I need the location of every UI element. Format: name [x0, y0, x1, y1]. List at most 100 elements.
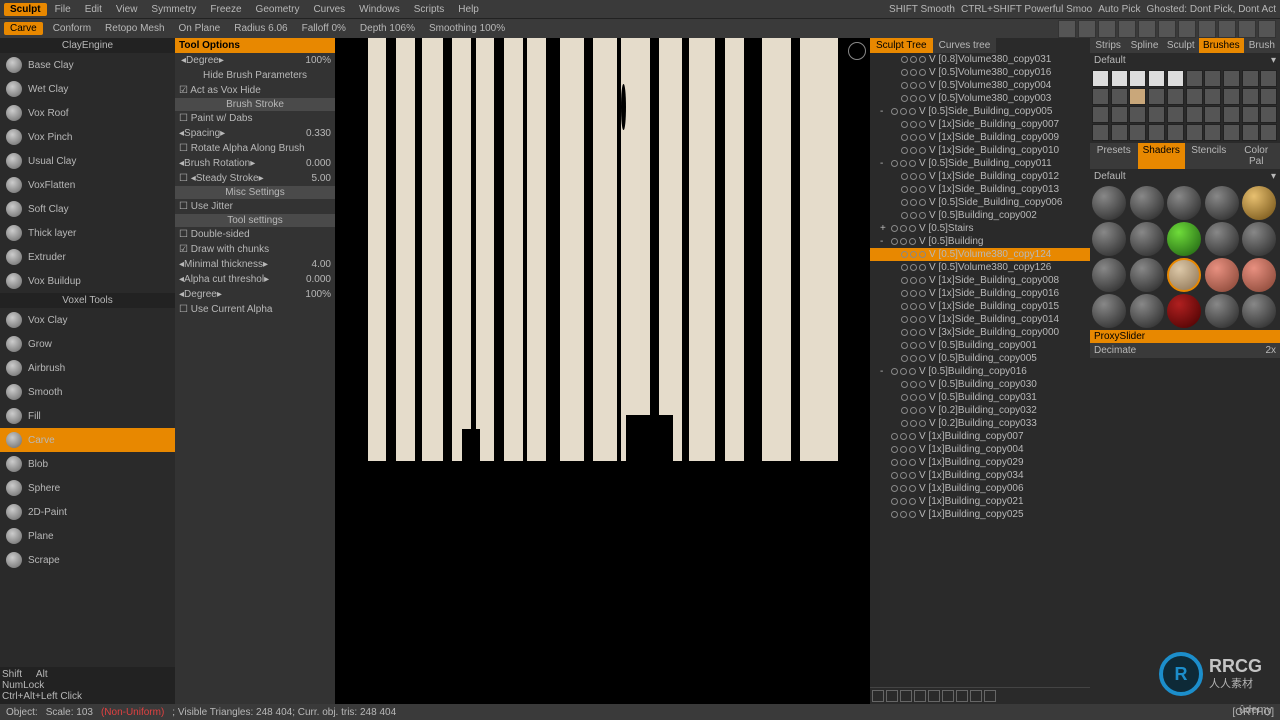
- alpha-swatch[interactable]: [1111, 124, 1128, 141]
- alpha-swatch[interactable]: [1167, 88, 1184, 105]
- alpha-swatch[interactable]: [1242, 88, 1259, 105]
- opt-degree2-val[interactable]: 100%: [305, 289, 331, 300]
- brush-sphere[interactable]: Sphere: [0, 476, 175, 500]
- alpha-swatch[interactable]: [1260, 88, 1277, 105]
- brush-vox-roof[interactable]: Vox Roof: [0, 101, 175, 125]
- opt-chunks[interactable]: Draw with chunks: [191, 244, 269, 255]
- shader-swatch[interactable]: [1167, 294, 1201, 328]
- tree-visibility-dots[interactable]: [901, 147, 926, 154]
- tab-presets[interactable]: Presets: [1090, 143, 1138, 169]
- sec-tool[interactable]: Tool settings: [175, 214, 335, 227]
- shader-swatch[interactable]: [1167, 186, 1201, 220]
- depth-value[interactable]: 106%: [389, 23, 415, 34]
- proxyslider-header[interactable]: ProxySlider: [1090, 330, 1280, 343]
- tab-brush[interactable]: Brush: [1244, 38, 1280, 53]
- tree-item[interactable]: V [0.5]Volume380_copy126: [870, 261, 1090, 274]
- alpha-swatch[interactable]: [1242, 124, 1259, 141]
- tree-visibility-dots[interactable]: [901, 329, 926, 336]
- tree-visibility-dots[interactable]: [901, 186, 926, 193]
- decimate-value[interactable]: 2x: [1265, 345, 1276, 356]
- shader-swatch[interactable]: [1130, 294, 1164, 328]
- tree-item[interactable]: -V [0.5]Building: [870, 235, 1090, 248]
- tab-curves-tree[interactable]: Curves tree: [933, 38, 997, 53]
- tree-action-icon[interactable]: [970, 690, 982, 702]
- opt-dabs[interactable]: Paint w/ Dabs: [191, 113, 253, 124]
- brush-base-clay[interactable]: Base Clay: [0, 53, 175, 77]
- tree-item[interactable]: V [0.5]Volume380_copy124: [870, 248, 1090, 261]
- alpha-swatch[interactable]: [1223, 106, 1240, 123]
- brush-vox-buildup[interactable]: Vox Buildup: [0, 269, 175, 293]
- opt-degree-val[interactable]: 100%: [305, 55, 331, 66]
- brush-blob[interactable]: Blob: [0, 452, 175, 476]
- opt-act-vox[interactable]: Act as Vox Hide: [190, 85, 261, 96]
- alpha-swatch[interactable]: [1167, 70, 1184, 87]
- tree-visibility-dots[interactable]: [901, 121, 926, 128]
- tree-visibility-dots[interactable]: [901, 355, 926, 362]
- opt-rotate-alpha[interactable]: Rotate Alpha Along Brush: [191, 143, 305, 154]
- radius-value[interactable]: 6.06: [268, 23, 287, 34]
- menu-geometry[interactable]: Geometry: [250, 4, 306, 15]
- alpha-swatch[interactable]: [1167, 106, 1184, 123]
- opt-brush-rot[interactable]: Brush Rotation: [184, 158, 250, 169]
- tool-icon[interactable]: [1258, 20, 1276, 38]
- hint-ghosted[interactable]: Ghosted: Dont Pick, Dont Act: [1146, 4, 1276, 15]
- tree-item[interactable]: V [1x]Side_Building_copy007: [870, 118, 1090, 131]
- tree-visibility-dots[interactable]: [891, 108, 916, 115]
- opt-spacing-val[interactable]: 0.330: [306, 128, 331, 139]
- tree-visibility-dots[interactable]: [901, 173, 926, 180]
- brush-extruder[interactable]: Extruder: [0, 245, 175, 269]
- tree-item[interactable]: -V [0.5]Side_Building_copy011: [870, 157, 1090, 170]
- sec-misc[interactable]: Misc Settings: [175, 186, 335, 199]
- alpha-swatch[interactable]: [1260, 70, 1277, 87]
- tree-visibility-dots[interactable]: [891, 238, 916, 245]
- toggle-conform[interactable]: Conform: [49, 23, 95, 34]
- tool-icon[interactable]: [1058, 20, 1076, 38]
- brush-usual-clay[interactable]: Usual Clay: [0, 149, 175, 173]
- tab-sculpt[interactable]: Sculpt: [1163, 38, 1199, 53]
- tree-item[interactable]: V [0.5]Volume380_copy004: [870, 79, 1090, 92]
- opt-steady-val[interactable]: 5.00: [312, 173, 331, 184]
- tree-item[interactable]: V [0.2]Building_copy032: [870, 404, 1090, 417]
- tree-toggle-icon[interactable]: +: [880, 223, 888, 234]
- tree-visibility-dots[interactable]: [891, 485, 916, 492]
- tree-item[interactable]: V [1x]Building_copy004: [870, 443, 1090, 456]
- shader-swatch[interactable]: [1205, 294, 1239, 328]
- nav-widget-icon[interactable]: [848, 42, 866, 60]
- alpha-swatch[interactable]: [1204, 106, 1221, 123]
- shader-swatch[interactable]: [1130, 222, 1164, 256]
- tree-item[interactable]: V [1x]Side_Building_copy010: [870, 144, 1090, 157]
- tree-visibility-dots[interactable]: [901, 420, 926, 427]
- alpha-swatch[interactable]: [1092, 88, 1109, 105]
- tree-visibility-dots[interactable]: [891, 160, 916, 167]
- tree-action-icon[interactable]: [914, 690, 926, 702]
- tree-item[interactable]: V [3x]Side_Building_copy000: [870, 326, 1090, 339]
- tree-item[interactable]: V [1x]Side_Building_copy016: [870, 287, 1090, 300]
- tree-item[interactable]: +V [0.5]Stairs: [870, 222, 1090, 235]
- alpha-swatch[interactable]: [1148, 124, 1165, 141]
- tool-icon[interactable]: [1098, 20, 1116, 38]
- tree-visibility-dots[interactable]: [901, 407, 926, 414]
- falloff-value[interactable]: 0%: [331, 23, 345, 34]
- tab-stencils[interactable]: Stencils: [1185, 143, 1233, 169]
- alpha-swatch[interactable]: [1186, 124, 1203, 141]
- tool-icon[interactable]: [1178, 20, 1196, 38]
- tree-item[interactable]: -V [0.5]Side_Building_copy005: [870, 105, 1090, 118]
- viewport[interactable]: [335, 38, 870, 704]
- shader-swatch[interactable]: [1130, 186, 1164, 220]
- tree-visibility-dots[interactable]: [901, 69, 926, 76]
- tool-icon[interactable]: [1238, 20, 1256, 38]
- tree-visibility-dots[interactable]: [901, 290, 926, 297]
- tree-visibility-dots[interactable]: [891, 446, 916, 453]
- brush-vox-clay[interactable]: Vox Clay: [0, 308, 175, 332]
- alpha-swatch[interactable]: [1167, 124, 1184, 141]
- tree-visibility-dots[interactable]: [901, 95, 926, 102]
- menu-symmetry[interactable]: Symmetry: [145, 4, 202, 15]
- tab-sculpt-tree[interactable]: Sculpt Tree: [870, 38, 933, 53]
- tree-visibility-dots[interactable]: [891, 433, 916, 440]
- tree-item[interactable]: V [1x]Building_copy034: [870, 469, 1090, 482]
- tree-item[interactable]: V [1x]Side_Building_copy009: [870, 131, 1090, 144]
- smoothing-value[interactable]: 100%: [480, 23, 506, 34]
- shader-swatch[interactable]: [1167, 222, 1201, 256]
- tree-action-icon[interactable]: [928, 690, 940, 702]
- toggle-retopo[interactable]: Retopo Mesh: [101, 23, 168, 34]
